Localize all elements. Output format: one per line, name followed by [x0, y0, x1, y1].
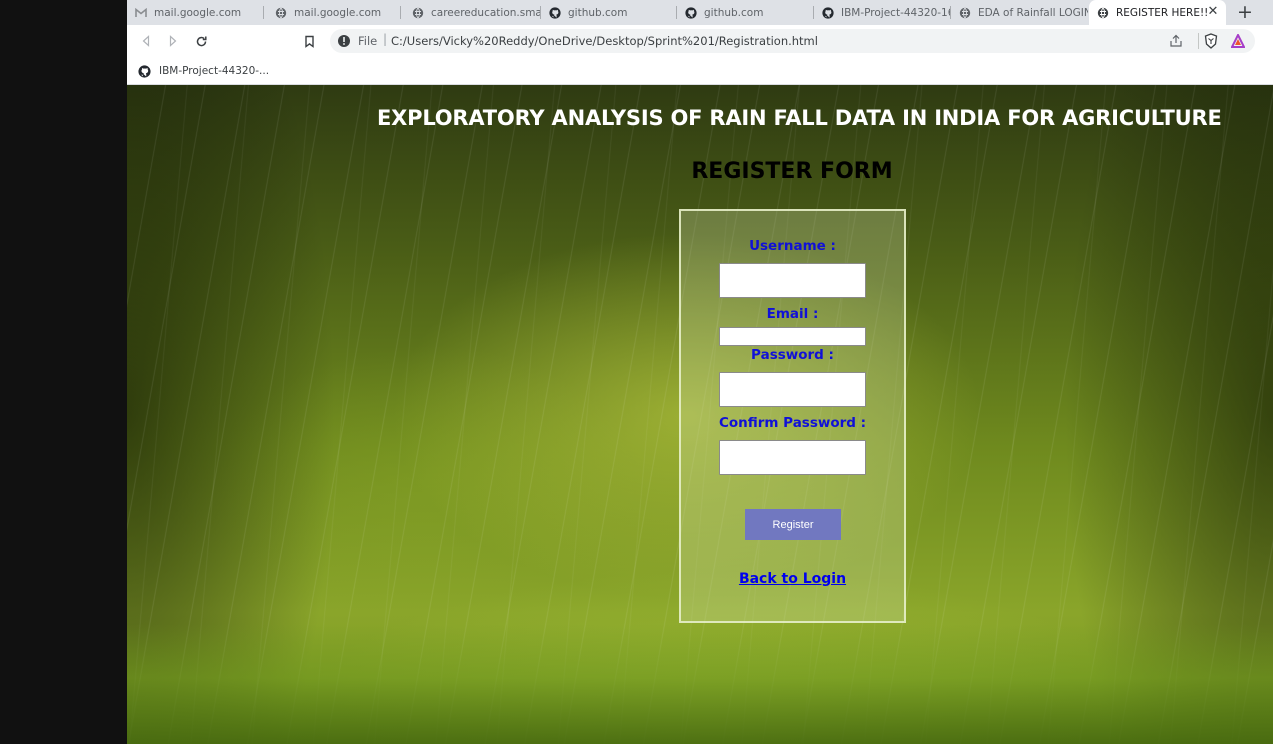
page-title: EXPLORATORY ANALYSIS OF RAIN FALL DATA I… [377, 106, 1222, 130]
bookmark-label: IBM-Project-44320-... [159, 65, 270, 77]
email-label: Email : [766, 306, 819, 322]
tab-separator [263, 6, 264, 19]
url-text[interactable]: C:/Users/Vicky%20Reddy/OneDrive/Desktop/… [391, 34, 818, 48]
gmail-icon [135, 7, 147, 19]
password-label: Password : [751, 347, 834, 363]
tab-github-1[interactable]: github.com [541, 0, 677, 25]
bookmarks-bar: IBM-Project-44320-... [127, 57, 1273, 85]
password-input[interactable] [719, 372, 866, 407]
address-bar[interactable]: File | C:/Users/Vicky%20Reddy/OneDrive/D… [330, 29, 1255, 53]
back-to-login-link[interactable]: Back to Login [681, 571, 904, 587]
globe-icon [959, 7, 971, 19]
tab-register-active[interactable]: REGISTER HERE!! ✕ [1089, 0, 1226, 25]
reload-button[interactable] [192, 32, 210, 50]
brave-shield-icon[interactable] [1203, 33, 1219, 49]
globe-icon [412, 7, 424, 19]
bookmark-icon[interactable] [300, 32, 318, 50]
tab-title: EDA of Rainfall LOGIN!! [978, 6, 1088, 19]
tab-title: careereducation.smart [431, 6, 541, 19]
username-label: Username : [749, 238, 836, 254]
tab-title: github.com [704, 6, 764, 19]
browser-window: mail.google.com mail.google.com careered… [127, 0, 1273, 744]
register-form: Username : Email : Password : Confirm Pa… [679, 209, 906, 623]
tab-separator [400, 6, 401, 19]
tab-title: github.com [568, 6, 628, 19]
tab-mail-google-1[interactable]: mail.google.com [127, 0, 264, 25]
form-heading: REGISTER FORM [691, 159, 893, 184]
share-icon[interactable] [1169, 34, 1183, 48]
back-button[interactable] [137, 32, 155, 50]
globe-icon [275, 7, 287, 19]
tab-ibm-project[interactable]: IBM-Project-44320-16 [814, 0, 951, 25]
new-tab-button[interactable]: + [1234, 1, 1256, 23]
tab-title: IBM-Project-44320-16 [841, 6, 951, 19]
file-scheme-label: File [358, 34, 378, 48]
globe-icon [1097, 7, 1109, 19]
tab-title: mail.google.com [154, 6, 242, 19]
tab-eda-login[interactable]: EDA of Rainfall LOGIN!! [951, 0, 1088, 25]
omnibox-divider: | [383, 32, 388, 46]
github-icon [549, 6, 561, 19]
tab-title: mail.google.com [294, 6, 382, 19]
info-icon[interactable] [337, 34, 351, 48]
page-viewport: EXPLORATORY ANALYSIS OF RAIN FALL DATA I… [127, 85, 1273, 744]
register-button[interactable]: Register [745, 509, 841, 540]
email-input[interactable] [719, 327, 866, 346]
tab-mail-google-2[interactable]: mail.google.com [267, 0, 401, 25]
tab-title: REGISTER HERE!! [1116, 6, 1209, 19]
toolbar-divider [1198, 33, 1199, 49]
tab-strip: mail.google.com mail.google.com careered… [127, 0, 1273, 25]
github-icon [822, 6, 834, 19]
username-input[interactable] [719, 263, 866, 298]
confirm-password-label: Confirm Password : [718, 415, 867, 431]
close-icon[interactable]: ✕ [1206, 5, 1220, 19]
bookmark-ibm-project[interactable]: IBM-Project-44320-... [138, 62, 269, 80]
toolbar: File | C:/Users/Vicky%20Reddy/OneDrive/D… [127, 25, 1273, 57]
github-icon [685, 6, 697, 19]
github-icon [138, 64, 151, 78]
forward-button[interactable] [164, 32, 182, 50]
brave-rewards-icon[interactable] [1231, 34, 1245, 48]
tab-github-2[interactable]: github.com [677, 0, 814, 25]
confirm-password-input[interactable] [719, 440, 866, 475]
grass-background [127, 624, 1273, 744]
tab-careereducation[interactable]: careereducation.smart [404, 0, 541, 25]
